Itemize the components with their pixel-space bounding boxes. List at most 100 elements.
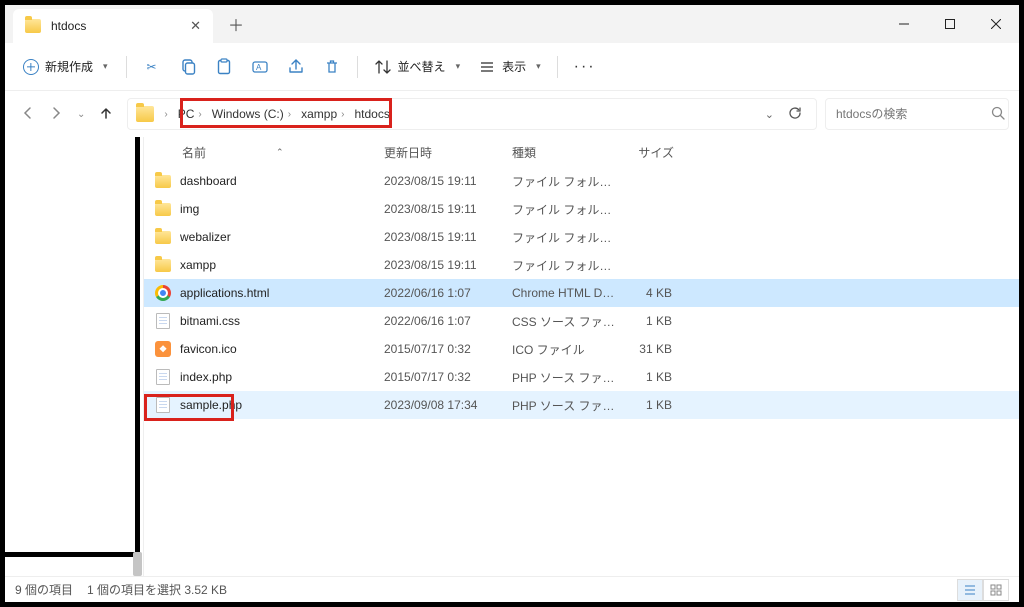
folder-icon xyxy=(155,259,171,272)
new-tab-button[interactable]: ＋ xyxy=(219,12,253,36)
share-icon xyxy=(287,58,305,76)
window-controls xyxy=(881,5,1019,43)
file-size: 1 KB xyxy=(616,314,672,328)
file-type: CSS ソース ファイル xyxy=(512,313,616,330)
file-name: index.php xyxy=(180,370,384,384)
file-list: dashboard2023/08/15 19:11ファイル フォルダーimg20… xyxy=(144,167,1019,576)
item-count: 9 個の項目 xyxy=(15,581,73,598)
chevron-down-icon[interactable]: ⌄ xyxy=(765,108,774,121)
up-button[interactable] xyxy=(99,106,113,123)
breadcrumb[interactable]: › PC› Windows (C:)› xampp› htdocs ⌄ xyxy=(127,98,817,130)
ellipsis-icon: ··· xyxy=(574,58,596,76)
file-size: 1 KB xyxy=(616,398,672,412)
close-button[interactable] xyxy=(973,5,1019,43)
search-input[interactable] xyxy=(836,107,991,121)
view-icon xyxy=(478,58,496,76)
delete-button[interactable] xyxy=(315,50,349,84)
file-icon xyxy=(156,397,170,413)
new-button[interactable]: 新規作成 ▾ xyxy=(13,50,118,84)
minimize-button[interactable] xyxy=(881,5,927,43)
search-icon[interactable] xyxy=(991,106,1005,123)
sort-button[interactable]: 並べ替え ▾ xyxy=(366,50,469,84)
column-date[interactable]: 更新日時 xyxy=(384,144,512,161)
details-view-button[interactable] xyxy=(957,579,983,601)
file-row[interactable]: bitnami.css2022/06/16 1:07CSS ソース ファイル1 … xyxy=(144,307,1019,335)
file-icon xyxy=(156,369,170,385)
file-row[interactable]: xampp2023/08/15 19:11ファイル フォルダー xyxy=(144,251,1019,279)
crumb-windows-c[interactable]: Windows (C:)› xyxy=(208,100,295,128)
paste-icon xyxy=(215,58,233,76)
file-size: 31 KB xyxy=(616,342,672,356)
crumb-xampp[interactable]: xampp› xyxy=(297,100,348,128)
rename-button[interactable]: A xyxy=(243,50,277,84)
file-name: sample.php xyxy=(180,398,384,412)
column-size[interactable]: サイズ xyxy=(608,144,674,161)
file-name: dashboard xyxy=(180,174,384,188)
status-bar: 9 個の項目 1 個の項目を選択 3.52 KB xyxy=(5,576,1019,602)
sidebar xyxy=(5,137,144,576)
scrollbar[interactable] xyxy=(132,137,143,576)
tab-htdocs[interactable]: htdocs ✕ xyxy=(13,9,213,43)
view-button[interactable]: 表示 ▾ xyxy=(470,50,549,84)
maximize-button[interactable] xyxy=(927,5,973,43)
chrome-icon xyxy=(155,285,171,301)
folder-icon xyxy=(136,106,154,122)
scrollbar-thumb[interactable] xyxy=(133,552,142,576)
crumb-pc[interactable]: PC› xyxy=(174,100,206,128)
folder-icon xyxy=(155,175,171,188)
file-row[interactable]: applications.html2022/06/16 1:07Chrome H… xyxy=(144,279,1019,307)
plus-icon xyxy=(23,59,39,75)
file-type: ICO ファイル xyxy=(512,341,616,358)
chevron-right-icon[interactable]: › xyxy=(160,100,171,128)
folder-icon xyxy=(155,231,171,244)
file-row[interactable]: sample.php2023/09/08 17:34PHP ソース ファイル1 … xyxy=(144,391,1019,419)
file-name: bitnami.css xyxy=(180,314,384,328)
file-name: favicon.ico xyxy=(180,342,384,356)
grid-view-button[interactable] xyxy=(983,579,1009,601)
file-date: 2022/06/16 1:07 xyxy=(384,314,512,328)
crumb-htdocs[interactable]: htdocs xyxy=(350,100,393,128)
file-name: img xyxy=(180,202,384,216)
close-icon[interactable]: ✕ xyxy=(190,18,201,34)
copy-button[interactable] xyxy=(171,50,205,84)
share-button[interactable] xyxy=(279,50,313,84)
paste-button[interactable] xyxy=(207,50,241,84)
file-row[interactable]: img2023/08/15 19:11ファイル フォルダー xyxy=(144,195,1019,223)
scissors-icon: ✂ xyxy=(143,58,161,76)
file-date: 2023/08/15 19:11 xyxy=(384,202,512,216)
ico-icon: ❖ xyxy=(155,341,171,357)
file-type: Chrome HTML Do... xyxy=(512,286,616,300)
tab-title: htdocs xyxy=(51,19,180,33)
recent-dropdown[interactable]: ⌄ xyxy=(77,109,85,120)
column-name[interactable]: 名前 ⌃ xyxy=(154,144,384,161)
titlebar: htdocs ✕ ＋ xyxy=(5,5,1019,43)
redacted-area xyxy=(5,137,140,557)
file-name: webalizer xyxy=(180,230,384,244)
file-row[interactable]: webalizer2023/08/15 19:11ファイル フォルダー xyxy=(144,223,1019,251)
file-name: applications.html xyxy=(180,286,384,300)
file-type: ファイル フォルダー xyxy=(512,173,616,190)
caret-up-icon: ⌃ xyxy=(276,147,284,158)
file-name: xampp xyxy=(180,258,384,272)
file-pane: 名前 ⌃ 更新日時 種類 サイズ dashboard2023/08/15 19:… xyxy=(144,137,1019,576)
file-type: ファイル フォルダー xyxy=(512,201,616,218)
copy-icon xyxy=(179,58,197,76)
search-box[interactable] xyxy=(825,98,1009,130)
column-type[interactable]: 種類 xyxy=(512,144,608,161)
file-size: 4 KB xyxy=(616,286,672,300)
file-row[interactable]: index.php2015/07/17 0:32PHP ソース ファイル1 KB xyxy=(144,363,1019,391)
selection-info: 1 個の項目を選択 3.52 KB xyxy=(87,581,227,598)
cut-button[interactable]: ✂ xyxy=(135,50,169,84)
file-type: ファイル フォルダー xyxy=(512,229,616,246)
more-button[interactable]: ··· xyxy=(566,50,604,84)
file-row[interactable]: dashboard2023/08/15 19:11ファイル フォルダー xyxy=(144,167,1019,195)
file-date: 2023/09/08 17:34 xyxy=(384,398,512,412)
chevron-down-icon: ▾ xyxy=(536,61,541,72)
forward-button[interactable] xyxy=(49,106,63,123)
file-date: 2015/07/17 0:32 xyxy=(384,370,512,384)
back-button[interactable] xyxy=(21,106,35,123)
file-row[interactable]: ❖favicon.ico2015/07/17 0:32ICO ファイル31 KB xyxy=(144,335,1019,363)
svg-text:A: A xyxy=(256,63,262,72)
refresh-button[interactable] xyxy=(788,106,802,123)
file-date: 2022/06/16 1:07 xyxy=(384,286,512,300)
